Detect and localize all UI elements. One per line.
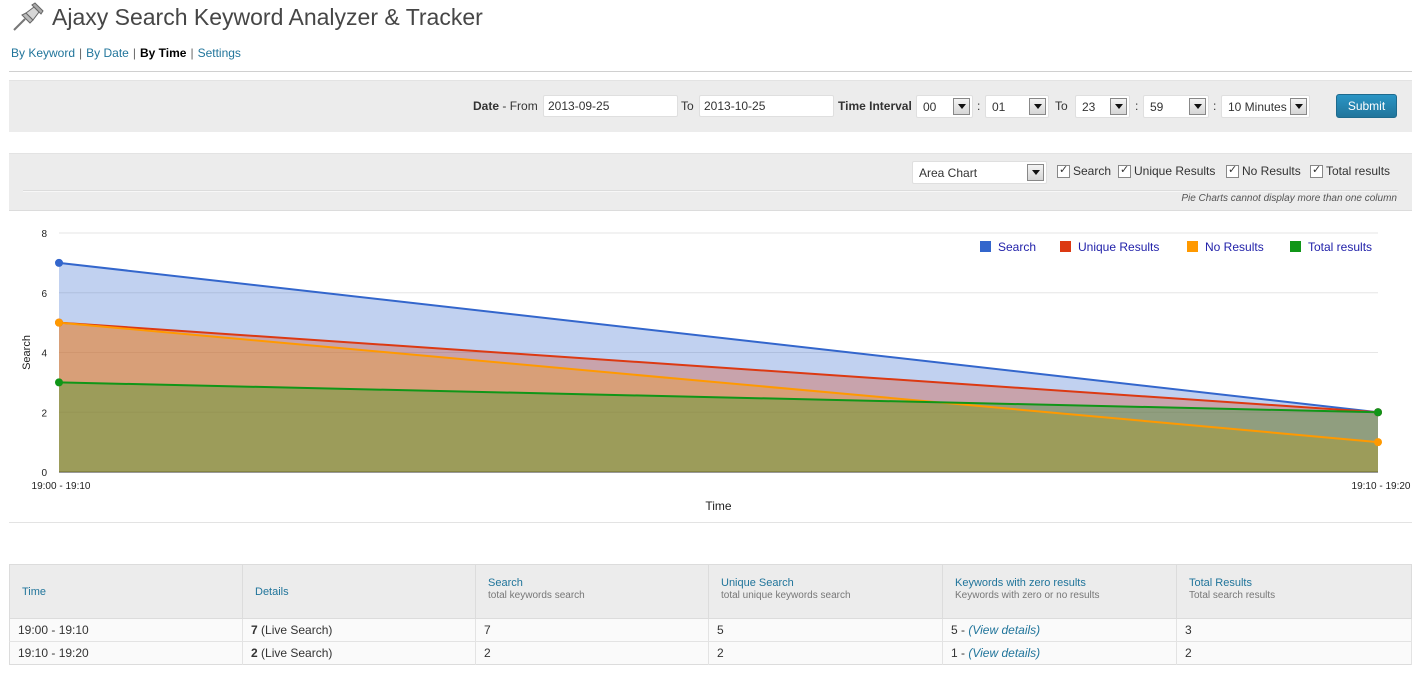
start-hour-select[interactable]: 00 bbox=[916, 95, 973, 118]
col-search[interactable]: Search total keywords search bbox=[475, 564, 709, 619]
checkbox-total-results[interactable]: Total results bbox=[1310, 163, 1390, 178]
interval-select[interactable]: 10 Minutes bbox=[1221, 95, 1310, 118]
date-to-input[interactable] bbox=[699, 95, 834, 117]
chart-options-bar: Area Chart Search Unique Results No Resu… bbox=[9, 153, 1412, 211]
area-chart: 0 2 4 6 8 19:00 - 19:10 19:10 - 19:20 Time Searc… bbox=[21, 229, 1411, 513]
checkbox-checked-icon[interactable] bbox=[1118, 163, 1131, 178]
chevron-down-icon bbox=[953, 98, 970, 115]
chevron-down-icon bbox=[1110, 98, 1127, 115]
page-title: Ajaxy Search Keyword Analyzer & Tracker bbox=[52, 3, 483, 30]
time-to-label: To bbox=[1055, 99, 1068, 113]
legend-swatch bbox=[1290, 241, 1301, 252]
y-tick-label: 0 bbox=[41, 468, 47, 479]
legend-swatch bbox=[1060, 241, 1071, 252]
sub-navigation: By Keyword | By Date | By Time | Settings bbox=[11, 46, 241, 60]
filter-bar: Date - From To Time Interval 00 : 01 To … bbox=[9, 80, 1412, 132]
col-total-results[interactable]: Total Results Total search results bbox=[1176, 564, 1412, 619]
nav-settings[interactable]: Settings bbox=[198, 46, 241, 60]
from-label: - From bbox=[502, 99, 538, 113]
pie-chart-note: Pie Charts cannot display more than one … bbox=[1181, 193, 1397, 204]
x-tick-label: 19:10 - 19:20 bbox=[1352, 481, 1411, 492]
legend-label: Search bbox=[998, 240, 1036, 254]
table-header-row: Time Details Search total keywords search… bbox=[9, 564, 1412, 619]
data-point bbox=[55, 378, 63, 387]
legend-label: Total results bbox=[1308, 240, 1372, 254]
x-tick-label: 19:00 - 19:10 bbox=[32, 481, 91, 492]
nav-by-keyword[interactable]: By Keyword bbox=[11, 46, 75, 60]
checkbox-no-results[interactable]: No Results bbox=[1226, 163, 1301, 178]
to-label: To bbox=[681, 99, 694, 113]
chevron-down-icon bbox=[1029, 98, 1046, 115]
checkbox-checked-icon[interactable] bbox=[1057, 163, 1070, 178]
chart-type-select[interactable]: Area Chart bbox=[912, 161, 1047, 184]
data-point bbox=[1374, 408, 1382, 417]
view-details-link[interactable]: (View details) bbox=[968, 646, 1040, 660]
col-time[interactable]: Time bbox=[9, 564, 243, 619]
y-tick-label: 4 bbox=[41, 349, 47, 360]
table-row: 19:10 - 19:20 2 (Live Search) 2 2 1 - (V… bbox=[9, 641, 1412, 665]
date-label-group: Date - From bbox=[473, 95, 538, 117]
date-from-input[interactable] bbox=[543, 95, 678, 117]
checkbox-checked-icon[interactable] bbox=[1310, 163, 1323, 178]
nav-by-date[interactable]: By Date bbox=[86, 46, 129, 60]
col-unique-search[interactable]: Unique Search total unique keywords searc… bbox=[708, 564, 943, 619]
checkbox-unique-results[interactable]: Unique Results bbox=[1118, 163, 1215, 178]
y-axis-title: Search bbox=[21, 335, 33, 370]
chevron-down-icon bbox=[1027, 164, 1044, 181]
start-minute-select[interactable]: 01 bbox=[985, 95, 1049, 118]
results-table: Time Details Search total keywords search… bbox=[9, 564, 1412, 665]
legend-swatch bbox=[1187, 241, 1198, 252]
end-hour-select[interactable]: 23 bbox=[1075, 95, 1130, 118]
legend-label: Unique Results bbox=[1078, 240, 1159, 254]
checkbox-search[interactable]: Search bbox=[1057, 163, 1111, 178]
col-details[interactable]: Details bbox=[242, 564, 476, 619]
data-point bbox=[55, 258, 63, 267]
data-point bbox=[55, 318, 63, 327]
data-point bbox=[1374, 438, 1382, 447]
nav-by-time[interactable]: By Time bbox=[140, 46, 186, 60]
x-axis-title: Time bbox=[705, 499, 732, 513]
end-minute-select[interactable]: 59 bbox=[1143, 95, 1209, 118]
checkbox-checked-icon[interactable] bbox=[1226, 163, 1239, 178]
y-tick-label: 2 bbox=[41, 408, 47, 419]
submit-button[interactable]: Submit bbox=[1336, 94, 1397, 118]
chevron-down-icon bbox=[1290, 98, 1307, 115]
y-tick-label: 6 bbox=[41, 289, 47, 300]
time-interval-label: Time Interval bbox=[838, 99, 912, 113]
chevron-down-icon bbox=[1189, 98, 1206, 115]
legend-label: No Results bbox=[1205, 240, 1264, 254]
y-tick-label: 8 bbox=[41, 229, 47, 240]
header-divider bbox=[9, 71, 1412, 73]
table-row: 19:00 - 19:10 7 (Live Search) 7 5 5 - (V… bbox=[9, 618, 1412, 642]
col-zero-results[interactable]: Keywords with zero results Keywords with … bbox=[942, 564, 1177, 619]
pushpin-icon bbox=[10, 1, 44, 33]
date-label: Date bbox=[473, 99, 500, 113]
page-header: Ajaxy Search Keyword Analyzer & Tracker bbox=[10, 0, 483, 34]
legend-swatch bbox=[980, 241, 991, 252]
view-details-link[interactable]: (View details) bbox=[968, 623, 1040, 637]
